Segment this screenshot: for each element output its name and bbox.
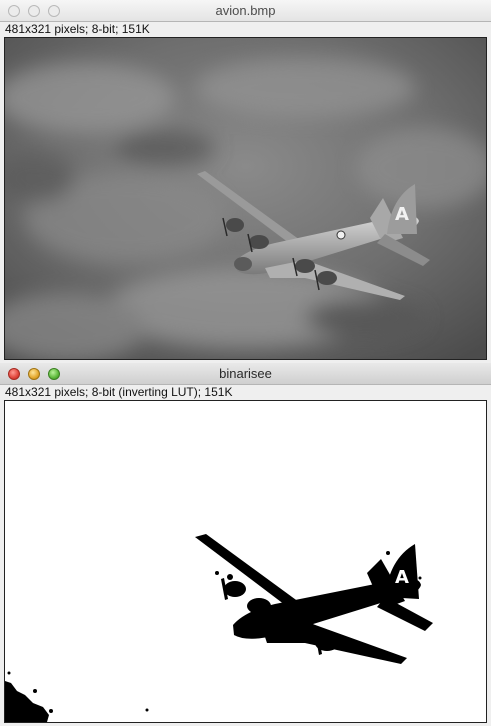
tail-letter: A xyxy=(395,567,409,588)
airplane-photo: A xyxy=(5,38,486,359)
image-info-line: 481x321 pixels; 8-bit (inverting LUT); 1… xyxy=(5,385,233,399)
window-titlebar[interactable]: binarisee xyxy=(0,363,491,385)
image-canvas[interactable]: A xyxy=(4,37,487,360)
image-window-avion[interactable]: avion.bmp 481x321 pixels; 8-bit; 151K A xyxy=(0,0,491,363)
window-titlebar[interactable]: avion.bmp xyxy=(0,0,491,22)
image-window-binarisee[interactable]: binarisee 481x321 pixels; 8-bit (inverti… xyxy=(0,363,491,726)
image-info-line: 481x321 pixels; 8-bit; 151K xyxy=(5,22,150,36)
window-title: avion.bmp xyxy=(215,3,276,18)
tail-letter: A xyxy=(395,204,409,225)
window-title: binarisee xyxy=(219,366,272,381)
airplane-binary: A xyxy=(5,401,486,722)
image-canvas[interactable]: A xyxy=(4,400,487,723)
